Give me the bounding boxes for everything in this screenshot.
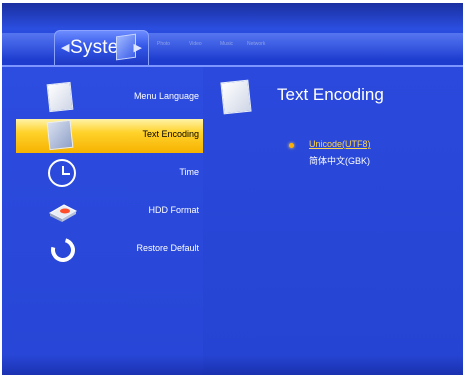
detail-panel: Text Encoding Unicode(UTF8) 简体中文(GBK) (203, 67, 463, 375)
tab-music[interactable]: Music (220, 41, 233, 47)
selected-bullet-icon (289, 143, 294, 148)
menu-item-text-encoding[interactable]: Text Encoding (16, 119, 203, 153)
document-icon (46, 119, 78, 151)
tab-system[interactable]: ◀ System ▶ (54, 30, 149, 66)
chevron-right-icon[interactable]: ▶ (134, 41, 142, 54)
settings-screen: ◀ System ▶ Photo Video Music Network Men… (2, 3, 463, 375)
detail-title: Text Encoding (277, 85, 384, 104)
menu-item-restore-default[interactable]: Restore Default (16, 233, 203, 267)
menu-item-label: Time (179, 167, 199, 177)
hard-drive-icon (48, 197, 78, 227)
clock-icon (48, 159, 78, 189)
chevron-left-icon[interactable]: ◀ (61, 41, 69, 54)
menu-item-label: HDD Format (148, 205, 199, 215)
menu-item-time[interactable]: Time (16, 157, 203, 191)
menu-item-label: Menu Language (133, 91, 199, 101)
document-icon (220, 79, 252, 115)
settings-menu: Menu Language Text Encoding Time HDD For… (2, 67, 203, 375)
option-gbk[interactable]: 简体中文(GBK) (309, 154, 370, 167)
tab-video[interactable]: Video (189, 41, 202, 47)
restore-icon (46, 233, 80, 267)
menu-item-label: Text Encoding (142, 129, 199, 139)
menu-item-label: Restore Default (136, 243, 199, 253)
menu-item-hdd-format[interactable]: HDD Format (16, 195, 203, 229)
tab-network[interactable]: Network (247, 41, 265, 47)
tab-photo[interactable]: Photo (157, 41, 170, 47)
menu-item-menu-language[interactable]: Menu Language (16, 81, 203, 115)
header-bar: ◀ System ▶ Photo Video Music Network (2, 3, 463, 67)
document-icon (46, 81, 78, 113)
option-unicode-utf8[interactable]: Unicode(UTF8) (309, 139, 371, 149)
